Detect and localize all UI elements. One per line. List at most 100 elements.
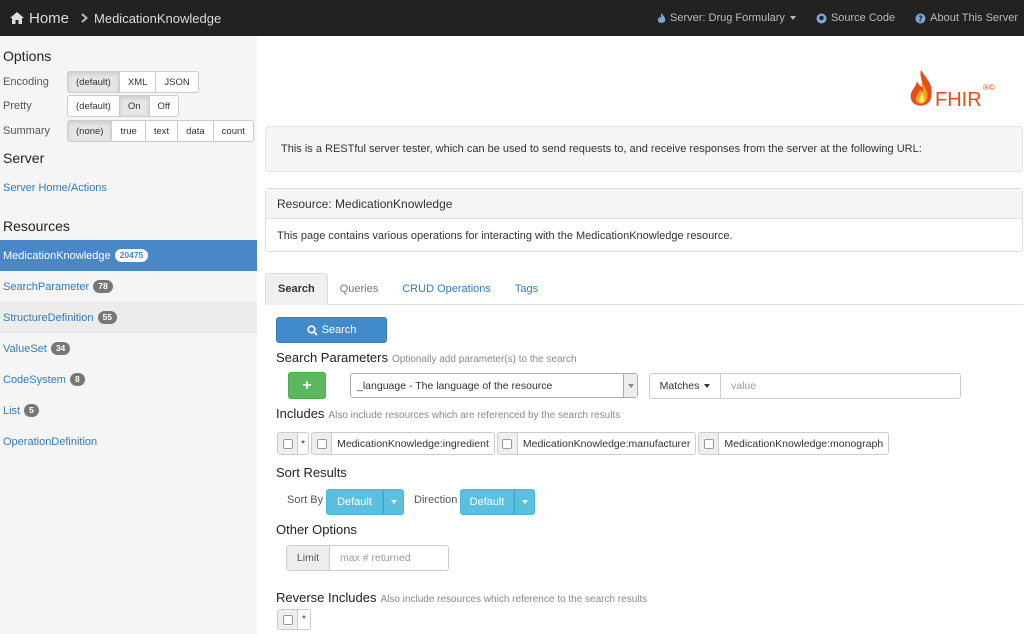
caret-down-icon[interactable]: [383, 489, 404, 515]
panel-body: This page contains various operations fo…: [277, 229, 733, 242]
sidebar: Options Encoding (default) XML JSON Pret…: [0, 36, 257, 634]
tab-crud-operations[interactable]: CRUD Operations: [390, 273, 503, 305]
encoding-default-button[interactable]: (default): [67, 71, 120, 93]
source-code-link[interactable]: Source Code: [816, 12, 895, 24]
include-checkbox[interactable]: [699, 433, 720, 454]
matches-dropdown[interactable]: Matches: [649, 373, 721, 399]
resource-valueset[interactable]: ValueSet 34: [0, 333, 257, 364]
home-icon: [10, 12, 24, 24]
resource-count-badge: 20475: [114, 249, 149, 262]
resource-name: StructureDefinition: [3, 311, 94, 324]
summary-true-button[interactable]: true: [111, 120, 146, 142]
include-checkbox[interactable]: [497, 433, 518, 454]
resource-searchparameter[interactable]: SearchParameter 78: [0, 271, 257, 302]
search-button-label: Search: [321, 324, 357, 336]
breadcrumb[interactable]: MedicationKnowledge: [94, 11, 221, 26]
resource-structuredefinition[interactable]: StructureDefinition 55: [0, 302, 257, 333]
caret-down-icon: [704, 384, 711, 388]
pretty-group: (default) On Off: [67, 95, 180, 117]
reverse-include-label: *: [302, 614, 306, 625]
nav-right: Server: Drug Formulary Source Code ? Abo…: [637, 0, 1024, 36]
search-parameters-heading: Search Parameters Optionally add paramete…: [276, 350, 577, 365]
encoding-json-button[interactable]: JSON: [155, 71, 199, 93]
resource-codesystem[interactable]: CodeSystem 8: [0, 364, 257, 395]
include-label: *: [301, 437, 306, 450]
limit-input[interactable]: [330, 545, 449, 571]
reverse-include-checkbox[interactable]: [278, 610, 298, 629]
parameter-select-value: _language - The language of the resource: [357, 379, 553, 392]
add-parameter-button[interactable]: +: [288, 372, 326, 399]
parameter-select[interactable]: _language - The language of the resource: [350, 373, 638, 398]
top-navbar: Home MedicationKnowledge Server: Drug Fo…: [0, 0, 1024, 36]
resource-panel: Resource: MedicationKnowledge This page …: [265, 188, 1023, 252]
includes-list: * MedicationKnowledge:ingredient Medicat…: [277, 432, 891, 455]
resource-count-badge: 34: [50, 342, 71, 355]
pretty-off-button[interactable]: Off: [148, 95, 180, 117]
source-code-label: Source Code: [830, 12, 896, 24]
pretty-default-button[interactable]: (default): [67, 95, 120, 117]
tab-tags[interactable]: Tags: [503, 273, 550, 305]
sort-by-value[interactable]: Default: [326, 489, 383, 515]
home-link[interactable]: Home: [10, 10, 69, 27]
about-link[interactable]: ? About This Server: [915, 12, 1018, 24]
pretty-row: Pretty (default) On Off: [0, 95, 257, 117]
tab-search[interactable]: Search: [265, 273, 328, 305]
panel-title: Resource: MedicationKnowledge: [266, 189, 1022, 219]
tab-queries[interactable]: Queries: [328, 273, 391, 305]
operation-tabs: Search Queries CRUD Operations Tags: [265, 273, 1023, 305]
resource-name: OperationDefinition: [3, 435, 98, 448]
encoding-group: (default) XML JSON: [67, 71, 199, 93]
direction-label: Direction: [414, 494, 458, 506]
svg-text:FHIR: FHIR: [935, 89, 982, 111]
server-dropdown[interactable]: Server: Drug Formulary: [657, 12, 796, 24]
resource-count-badge: 55: [97, 311, 117, 324]
server-home-link[interactable]: Server Home/Actions: [3, 182, 107, 194]
sort-by-label: Sort By: [287, 494, 324, 506]
svg-text:?: ?: [918, 14, 923, 23]
include-label: MedicationKnowledge:ingredient: [337, 437, 489, 450]
server-heading: Server: [3, 150, 45, 166]
intro-well: This is a RESTful server tester, which c…: [265, 126, 1023, 172]
search-parameters-hint: Optionally add parameter(s) to the searc…: [392, 354, 577, 365]
include-item: MedicationKnowledge:manufacturer: [496, 432, 697, 455]
summary-data-button[interactable]: data: [177, 120, 214, 142]
intro-text: This is a RESTful server tester, which c…: [281, 143, 922, 155]
resource-medicationknowledge[interactable]: MedicationKnowledge 20475: [0, 240, 257, 271]
caret-down-icon: [789, 16, 796, 20]
resource-name: ValueSet: [3, 342, 47, 355]
resource-list-item[interactable]: List 5: [0, 395, 257, 426]
summary-text-button[interactable]: text: [144, 120, 179, 142]
include-checkbox[interactable]: [312, 433, 333, 454]
question-circle-icon: ?: [915, 13, 926, 23]
value-input[interactable]: [720, 373, 961, 399]
pretty-label: Pretty: [3, 100, 32, 112]
summary-group: (none) true text data count: [67, 120, 254, 142]
encoding-row: Encoding (default) XML JSON: [0, 71, 257, 93]
resource-name: List: [3, 404, 21, 417]
reverse-includes-hint: Also include resources which reference t…: [380, 594, 648, 605]
summary-count-button[interactable]: count: [212, 120, 254, 142]
github-icon: [816, 13, 827, 23]
search-button[interactable]: Search: [276, 317, 387, 343]
fhir-logo: FHIR ®©: [907, 66, 997, 116]
reverse-includes-heading: Reverse Includes Also include resources w…: [276, 590, 648, 605]
direction-dropdown[interactable]: Default: [460, 489, 535, 515]
main-content: FHIR ®© This is a RESTful server tester,…: [257, 36, 1024, 634]
summary-none-button[interactable]: (none): [67, 120, 113, 142]
plus-icon: +: [302, 376, 312, 394]
encoding-xml-button[interactable]: XML: [118, 71, 157, 93]
direction-value[interactable]: Default: [460, 489, 514, 515]
resource-operationdefinition[interactable]: OperationDefinition: [0, 426, 257, 457]
server-label: Server: Drug Formulary: [670, 12, 785, 24]
include-checkbox[interactable]: [278, 433, 298, 454]
includes-heading: Includes Also include resources which are…: [276, 406, 621, 421]
chevron-right-icon: [81, 13, 89, 23]
sort-by-dropdown[interactable]: Default: [326, 489, 404, 515]
include-label: MedicationKnowledge:monograph: [724, 437, 884, 450]
pretty-on-button[interactable]: On: [118, 95, 150, 117]
caret-down-icon[interactable]: [514, 489, 535, 515]
resources-heading: Resources: [3, 218, 70, 234]
summary-row: Summary (none) true text data count: [0, 120, 257, 142]
nav-brand: Home MedicationKnowledge: [0, 0, 221, 36]
options-heading: Options: [3, 48, 52, 64]
